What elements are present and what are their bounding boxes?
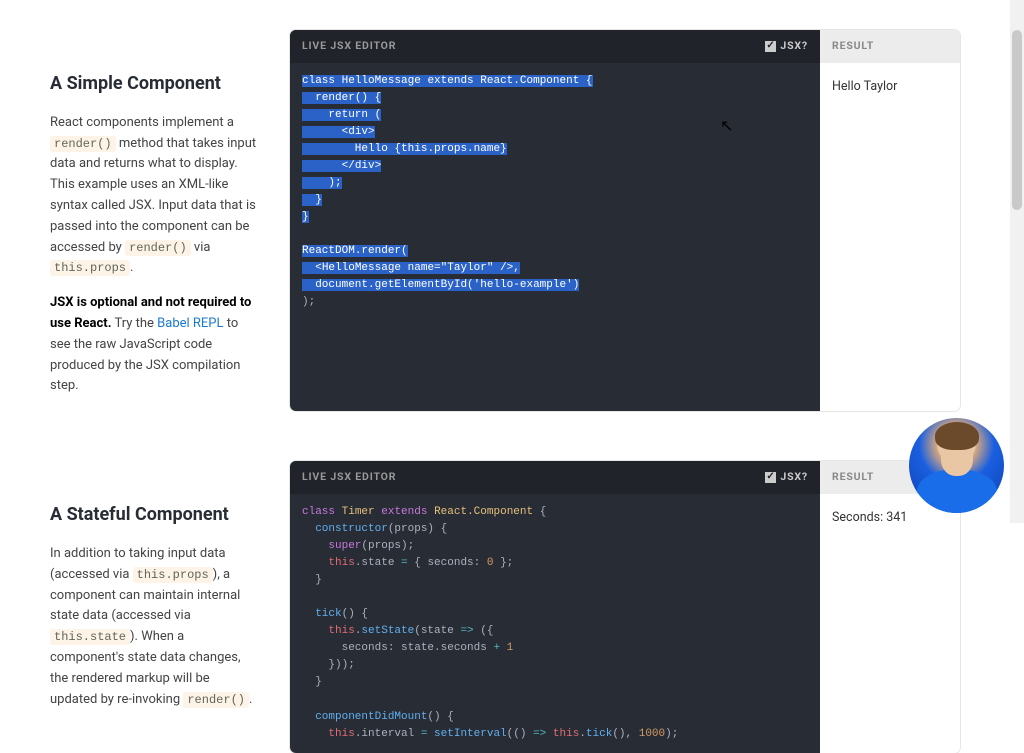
code-inline: this.state [50,629,130,645]
jsx-toggle[interactable]: JSX? [765,469,808,486]
live-editor[interactable]: LIVE JSX EDITOR JSX? class HelloMessage … [290,30,820,411]
code-inline: this.props [50,260,130,276]
example-stateful-component: A Stateful Component In addition to taki… [50,461,960,752]
code-block[interactable]: class Timer extends React.Component { co… [290,494,820,753]
result-pane: RESULT Hello Taylor [820,30,960,411]
checkbox-icon [765,472,776,483]
live-editor[interactable]: LIVE JSX EDITOR JSX? class Timer extends… [290,461,820,752]
description-column: A Simple Component React components impl… [50,30,260,411]
result-output: Hello Taylor [820,63,960,111]
page-content: A Simple Component React components impl… [0,0,1010,523]
code-inline: render() [183,692,249,708]
page-scrollbar[interactable] [1010,0,1024,523]
editor-header-label: LIVE JSX EDITOR [302,469,396,486]
result-header: RESULT [820,30,960,63]
editor-header: LIVE JSX EDITOR JSX? [290,461,820,494]
section-heading: A Stateful Component [50,501,260,530]
code-inline: render() [50,136,116,152]
demo-box: LIVE JSX EDITOR JSX? class Timer extends… [290,461,960,752]
section-heading: A Simple Component [50,70,260,99]
description-column: A Stateful Component In addition to taki… [50,461,260,752]
code-block[interactable]: class HelloMessage extends React.Compone… [290,63,820,322]
section-paragraph: In addition to taking input data (access… [50,544,260,710]
code-inline: render() [125,240,191,256]
checkbox-icon [765,41,776,52]
scrollbar-thumb[interactable] [1012,30,1022,210]
section-paragraph: JSX is optional and not required to use … [50,293,260,397]
demo-box: LIVE JSX EDITOR JSX? class HelloMessage … [290,30,960,411]
editor-header-label: LIVE JSX EDITOR [302,38,396,55]
example-simple-component: A Simple Component React components impl… [50,30,960,411]
babel-repl-link[interactable]: Babel REPL [157,316,223,331]
section-paragraph: React components implement a render() me… [50,113,260,279]
editor-header: LIVE JSX EDITOR JSX? [290,30,820,63]
presenter-avatar [909,418,1004,513]
code-inline: this.props [133,567,213,583]
jsx-toggle[interactable]: JSX? [765,38,808,55]
